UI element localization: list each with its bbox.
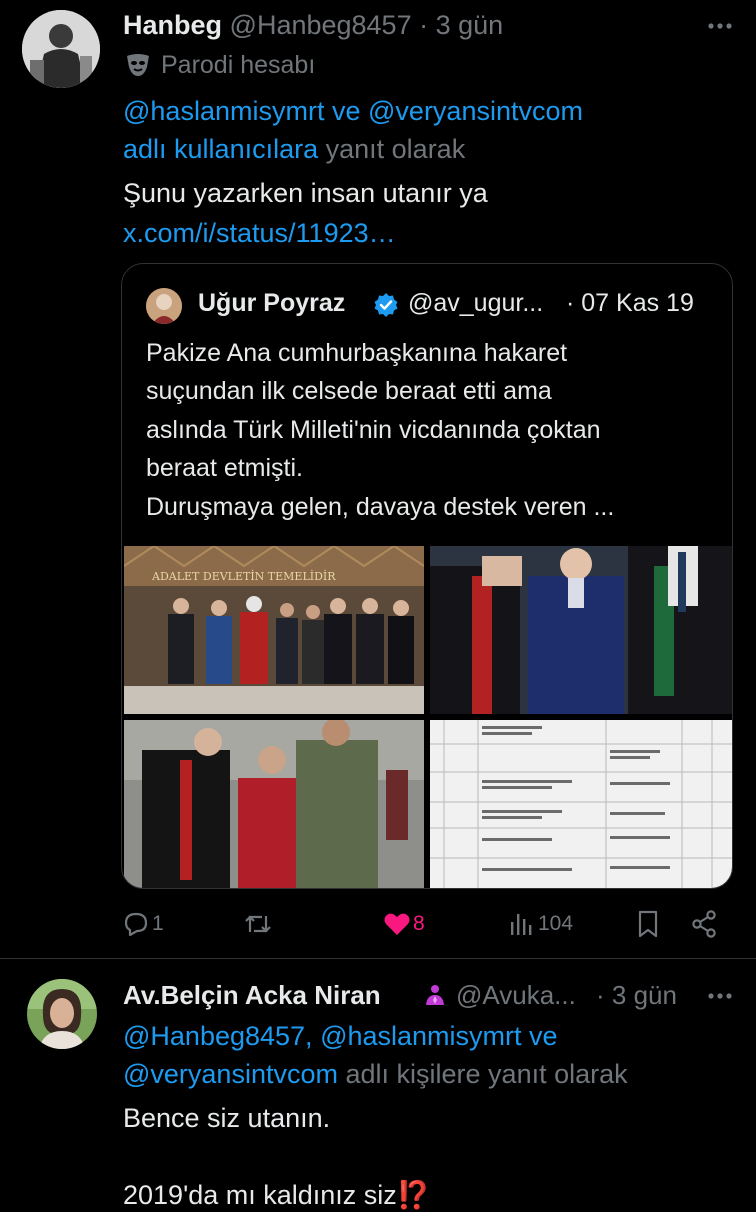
quote-photo-2[interactable] — [430, 546, 732, 714]
handle[interactable]: @Avuka... — [456, 978, 576, 1012]
parody-mask-icon — [124, 52, 152, 78]
mention-link[interactable]: @haslanmisymrt — [123, 96, 324, 126]
quote-photo-3[interactable] — [124, 720, 424, 888]
quote-text-line: suçundan ilk celsede beraat etti ama — [146, 377, 552, 405]
replying-to-suffix: yanıt olarak — [325, 134, 466, 164]
quote-photo-4[interactable] — [430, 720, 732, 888]
reply-and: ve — [529, 1021, 558, 1051]
adalet-sign-text: ADALET DEVLETİN TEMELİDİR — [151, 569, 336, 583]
share-icon[interactable] — [690, 909, 718, 939]
reply-count: 1 — [152, 912, 164, 935]
separator: · — [419, 10, 429, 40]
quote-photo-1[interactable]: ADALET DEVLETİN TEMELİDİR — [124, 546, 424, 714]
mention-link[interactable]: @haslanmisymrt — [320, 1021, 521, 1051]
more-icon[interactable] — [706, 12, 734, 40]
more-icon[interactable] — [706, 982, 734, 1010]
replying-to-suffix: adlı kişilere yanıt olarak — [345, 1059, 628, 1089]
timestamp[interactable]: 3 gün — [436, 10, 504, 40]
handle[interactable]: @Hanbeg8457 — [230, 10, 412, 40]
views-chart-icon[interactable] — [508, 910, 534, 938]
tweet-text: Bence siz utanın. — [123, 1103, 331, 1133]
status-link[interactable]: x.com/i/status/11923… — [123, 216, 396, 250]
quoted-tweet-card[interactable]: Uğur Poyraz @av_ugur... · 07 Kas 19 Paki… — [121, 263, 733, 889]
replying-to-users-link[interactable]: adlı kullanıcılara — [123, 134, 318, 164]
quote-timestamp[interactable]: · 07 Kas 19 — [566, 286, 694, 320]
mention-link[interactable]: @veryansintvcom — [368, 96, 583, 126]
quote-text-line: aslında Türk Milleti'nin vicdanında çokt… — [146, 416, 601, 444]
verified-badge-icon — [373, 292, 399, 318]
lawyer-badge-icon — [423, 983, 447, 1007]
hanbeg-avatar[interactable] — [22, 10, 100, 88]
display-name[interactable]: Av.Belçin Acka Niran — [123, 980, 381, 1010]
tweet-text: Şunu yazarken insan utanır ya — [123, 178, 488, 208]
reply-and: ve — [331, 96, 361, 126]
quote-display-name[interactable]: Uğur Poyraz — [198, 289, 345, 317]
ugur-poyraz-avatar[interactable] — [146, 288, 182, 324]
bookmark-icon[interactable] — [636, 909, 660, 939]
tweet-divider — [0, 958, 756, 959]
quote-text-line: Duruşmaya gelen, davaya destek veren ... — [146, 493, 615, 521]
mention-link[interactable]: @veryansintvcom — [123, 1059, 338, 1089]
like-count: 8 — [413, 912, 425, 935]
tweet-text: 2019'da mı kaldınız siz⁉️ — [123, 1180, 431, 1210]
retweet-icon[interactable] — [243, 910, 273, 938]
quote-text-line: Pakize Ana cumhurbaşkanına hakaret — [146, 339, 568, 367]
timestamp[interactable]: · 3 gün — [596, 978, 677, 1012]
display-name[interactable]: Hanbeg — [123, 10, 222, 40]
quote-handle[interactable]: @av_ugur... — [408, 286, 543, 320]
parody-label: Parodi hesabı — [161, 51, 316, 79]
like-heart-icon[interactable] — [383, 911, 411, 937]
belcin-avatar[interactable] — [27, 979, 97, 1049]
views-count: 104 — [538, 912, 574, 935]
reply-icon[interactable] — [122, 910, 150, 938]
mention-link[interactable]: @Hanbeg8457, — [123, 1021, 313, 1051]
quote-text-line: beraat etmişti. — [146, 454, 304, 482]
